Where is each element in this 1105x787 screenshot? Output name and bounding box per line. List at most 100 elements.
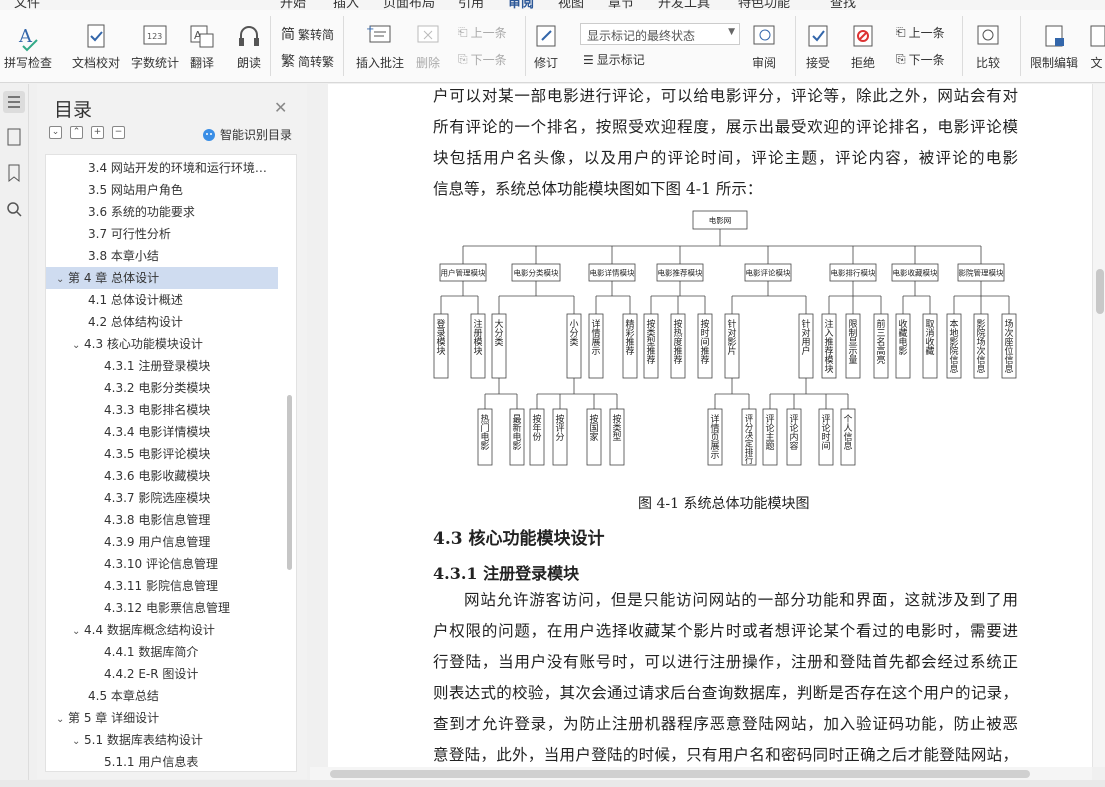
search-rail-button[interactable] [3, 198, 25, 220]
toc-item[interactable]: ⌄ 4.4 数据库概念结构设计 [46, 619, 278, 641]
menu-chapter[interactable]: 章节 [608, 0, 634, 10]
toc-item[interactable]: 3.6 系统的功能要求 [46, 201, 278, 223]
doc-proof-button[interactable]: 文档校对 [72, 22, 120, 71]
toc-item[interactable]: 4.3.4 电影详情模块 [46, 421, 278, 443]
remove-heading-icon[interactable]: − [112, 126, 125, 139]
spell-check-button[interactable]: A 拼写检查 [4, 22, 52, 71]
toc-item[interactable]: 4.3.7 影院选座模块 [46, 487, 278, 509]
diagram-char: 题 [765, 441, 774, 452]
toc-item[interactable]: 4.3.10 评论信息管理 [46, 553, 278, 575]
menu-developer[interactable]: 开发工具 [658, 0, 710, 10]
toc-item-label: 4.4 数据库概念结构设计 [84, 623, 215, 637]
chevron-down-icon[interactable]: ⌄ [56, 709, 68, 729]
toc-item[interactable]: 4.3.5 电影评论模块 [46, 443, 278, 465]
word-count-button[interactable]: 123 字数统计 [131, 22, 179, 71]
toc-item[interactable]: 4.3.1 注册登录模块 [46, 355, 278, 377]
menu-file[interactable]: 文件 [14, 0, 40, 10]
chevron-down-icon[interactable]: ⌄ [72, 731, 84, 751]
chevron-down-icon[interactable]: ⌄ [56, 269, 68, 289]
toc-item[interactable]: ⌄ 第 5 章 详细设计 [46, 707, 278, 729]
next-change-button[interactable]: ⎘ 下一条 [896, 51, 945, 68]
read-aloud-button[interactable]: 朗读 [236, 22, 262, 71]
simplified-to-traditional-button[interactable]: 繁简转繁 [281, 51, 334, 71]
chevron-down-icon[interactable]: ⌄ [72, 335, 84, 355]
collapse-all-icon[interactable]: ⌃ [70, 126, 83, 139]
menu-reference[interactable]: 引用 [458, 0, 484, 10]
diagram-char: 荐 [646, 355, 655, 366]
track-state-select[interactable]: 显示标记的最终状态 ▼ [580, 23, 740, 45]
review-pane-button[interactable]: 审阅 [750, 22, 778, 71]
toc-item[interactable]: 5.1.1 用户信息表 [46, 751, 278, 771]
toc-item-label: 3.7 可行性分析 [88, 227, 171, 241]
close-icon[interactable]: ✕ [274, 98, 287, 117]
add-heading-icon[interactable]: + [91, 126, 104, 139]
delete-comment-button[interactable]: 删除 [414, 22, 442, 71]
vertical-scroll-thumb[interactable] [1096, 269, 1104, 314]
smart-toc-button[interactable]: 智能识别目录 [202, 126, 292, 143]
toc-item-label: 4.3 核心功能模块设计 [84, 337, 203, 351]
toc-item[interactable]: 4.3.8 电影信息管理 [46, 509, 278, 531]
insert-comment-button[interactable]: + 插入批注 [356, 22, 404, 71]
toc-item[interactable]: 4.4.2 E-R 图设计 [46, 663, 278, 685]
toc-item-label: 4.3.10 评论信息管理 [104, 557, 218, 571]
diagram-char: 类 [494, 336, 503, 348]
toc-item[interactable]: 4.3.2 电影分类模块 [46, 377, 278, 399]
compare-icon [977, 25, 999, 45]
menu-view[interactable]: 视图 [558, 0, 584, 10]
menu-home[interactable]: 开始 [280, 0, 306, 10]
menu-features[interactable]: 特色功能 [738, 0, 790, 10]
prev-comment-button[interactable]: ⎗ 上一条 [458, 24, 507, 41]
next-comment-button[interactable]: ⎘ 下一条 [458, 51, 507, 68]
diagram-char: 家 [589, 431, 598, 443]
chevron-down-icon[interactable]: ⌄ [72, 621, 84, 641]
search-icon [7, 202, 22, 217]
toc-item[interactable]: 3.4 网站开发的环境和运行环境… [46, 157, 278, 179]
toc-item[interactable]: 4.1 总体设计概述 [46, 289, 278, 311]
horizontal-scroll-thumb[interactable] [330, 770, 1030, 778]
text-line: 信息等，系统总体功能模块图如下图 4-1 所示： [433, 180, 763, 198]
restrict-edit-button[interactable]: 限制编辑 [1030, 22, 1078, 71]
diagram-label: 电影详情模块 [590, 268, 635, 278]
toc-item[interactable]: 4.3.6 电影收藏模块 [46, 465, 278, 487]
prev-change-button[interactable]: ⎗ 上一条 [896, 24, 945, 41]
toc-item[interactable]: 3.8 本章小结 [46, 245, 278, 267]
toc-rail-button[interactable] [3, 91, 25, 113]
diagram-label: 电影排行模块 [831, 268, 876, 278]
toc-item-label: 5.1.1 用户信息表 [104, 755, 199, 769]
toc-item[interactable]: 3.7 可行性分析 [46, 223, 278, 245]
reject-button[interactable]: 拒绝 [850, 22, 876, 71]
document-more-button[interactable]: 文 [1088, 22, 1105, 71]
toc-item[interactable]: 4.3.3 电影排名模块 [46, 399, 278, 421]
toc-item[interactable]: 4.3.9 用户信息管理 [46, 531, 278, 553]
toc-item[interactable]: 4.2 总体结构设计 [46, 311, 278, 333]
pages-rail-button[interactable] [3, 126, 25, 148]
toc-item[interactable]: 4.3.11 影院信息管理 [46, 575, 278, 597]
toc-item[interactable]: ⌄ 4.3 核心功能模块设计 [46, 333, 278, 355]
accept-button[interactable]: 接受 [805, 22, 831, 71]
vertical-scrollbar[interactable] [1092, 84, 1105, 767]
bookmark-rail-button[interactable] [3, 162, 25, 184]
toc-item-label: 4.3.9 用户信息管理 [104, 535, 211, 549]
toc-scroll-thumb[interactable] [287, 395, 292, 570]
horizontal-scrollbar[interactable] [310, 767, 1092, 780]
menu-find[interactable]: 查找 [830, 0, 856, 10]
toc-item[interactable]: 4.5 本章总结 [46, 685, 278, 707]
menu-review[interactable]: 审阅 [508, 0, 534, 10]
menu-layout[interactable]: 页面布局 [383, 0, 435, 10]
toc-item-label: 4.3.8 电影信息管理 [104, 513, 211, 527]
menu-insert[interactable]: 插入 [333, 0, 359, 10]
toc-item[interactable]: 3.5 网站用户角色 [46, 179, 278, 201]
toc-item[interactable]: 4.4.1 数据库简介 [46, 641, 278, 663]
translate-button[interactable]: A 翻译 [188, 22, 216, 71]
revise-button[interactable]: 修订 [533, 22, 559, 71]
diagram-char: 块 [473, 345, 482, 357]
toc-title: 目录 [54, 99, 93, 121]
traditional-to-simplified-button[interactable]: 简繁转简 [281, 24, 334, 44]
toc-item[interactable]: 4.3.12 电影票信息管理 [46, 597, 278, 619]
expand-all-icon[interactable]: ⌄ [49, 126, 62, 139]
compare-button[interactable]: 比较 [974, 22, 1002, 71]
toc-item[interactable]: ⌄ 5.1 数据库表结构设计 [46, 729, 278, 751]
toc-item-label: 3.5 网站用户角色 [88, 183, 183, 197]
toc-item[interactable]: ⌄ 第 4 章 总体设计 [46, 267, 278, 289]
show-markup-button[interactable]: ☰ 显示标记 [583, 51, 645, 68]
